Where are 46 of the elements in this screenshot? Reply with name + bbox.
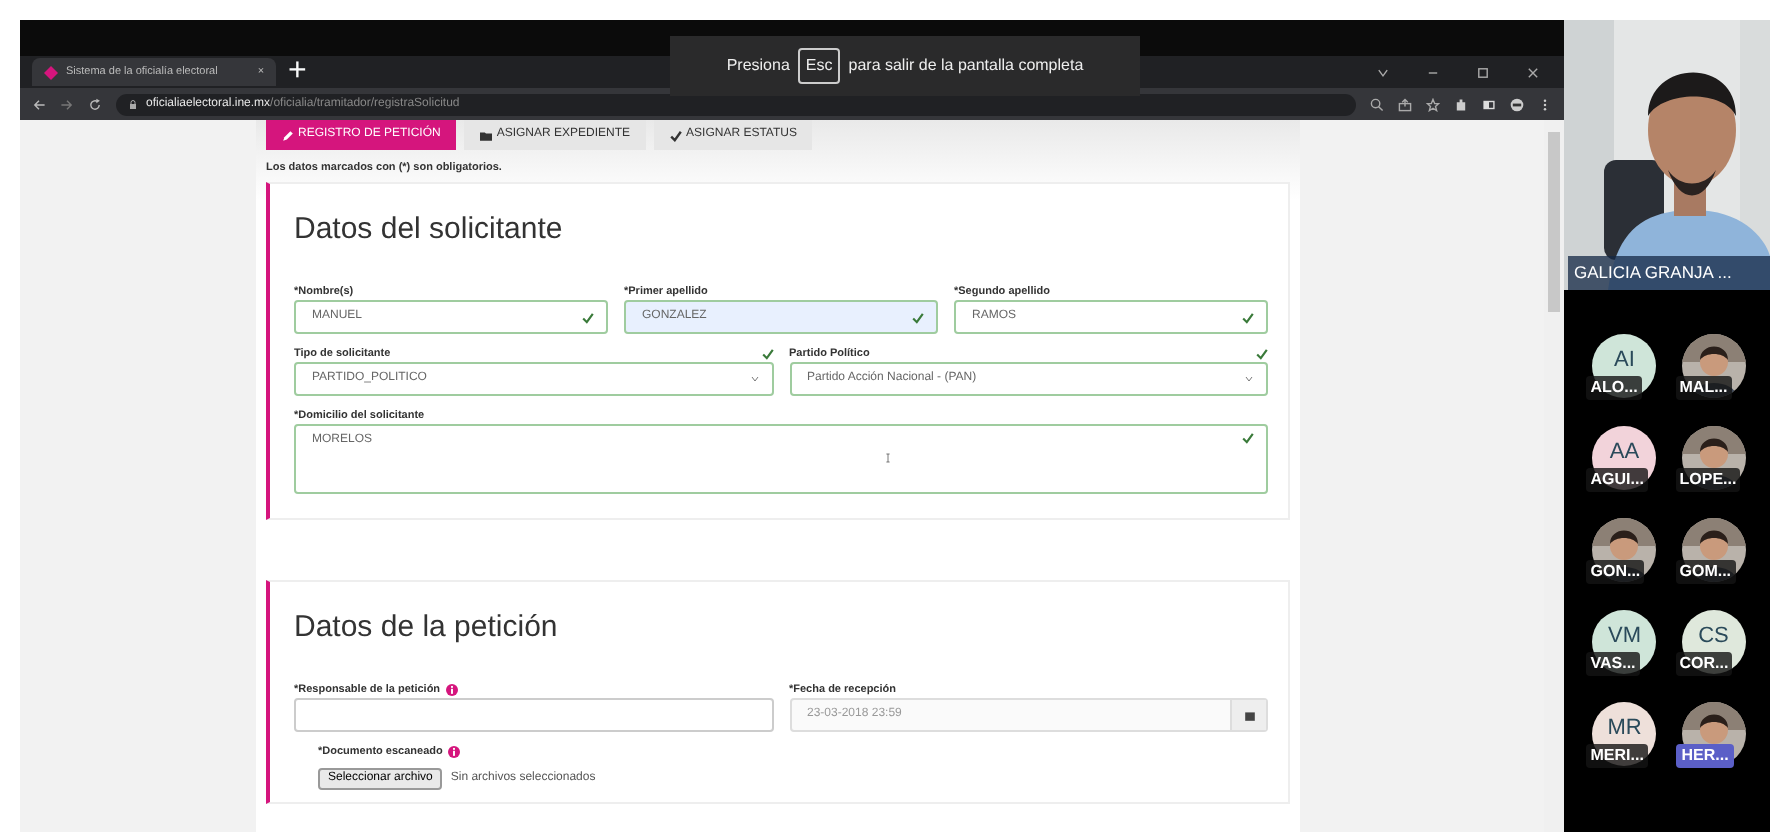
check-icon [670,129,683,141]
participant-name: VAS... [1586,652,1640,676]
sidebar-icon[interactable] [1482,97,1496,111]
text-cursor-icon [884,450,892,467]
key-label: Esc [797,48,841,84]
star-icon[interactable] [1426,97,1440,111]
close-icon[interactable] [1526,65,1540,79]
lock-icon [128,99,138,109]
section-title: Datos de la petición [294,610,560,647]
search-icon[interactable] [1370,97,1384,111]
back-icon[interactable] [32,97,46,111]
logo-icon [44,65,58,79]
participant-name: ALO... [1586,376,1642,400]
maximize-icon[interactable] [1476,65,1490,79]
check-icon [1242,311,1254,324]
participant-name: LOPE... [1675,468,1741,492]
participant-name: MERI... [1586,744,1648,768]
participant-name: COR... [1675,652,1733,676]
new-tab-button[interactable]: + [288,48,307,96]
chevron-down-icon [749,374,759,385]
puzzle-icon[interactable] [1454,97,1468,111]
check-icon [582,311,594,324]
pencil-icon [282,129,294,141]
participant-name: GALICIA GRANJA ... [1568,256,1770,290]
notice-text: Presiona [726,54,790,78]
share-icon[interactable] [1398,97,1412,111]
calendar-icon [1243,709,1255,722]
section-title: Datos del solicitante [294,212,565,249]
check-icon [912,311,924,324]
calendar-button[interactable] [1230,700,1266,731]
folder-icon [480,129,493,141]
forward-icon[interactable] [60,97,74,111]
notice-text: para salir de la pantalla completa [848,54,1084,78]
participant-name: GOM... [1675,560,1736,584]
participant-name: GON... [1586,560,1645,584]
participant-name: HER... [1675,744,1735,768]
check-icon [1242,432,1254,445]
participant-name: MAL... [1675,376,1732,400]
profile-icon[interactable] [1510,97,1524,111]
chevron-down-icon[interactable] [1376,65,1390,79]
scrollbar-thumb[interactable] [1548,132,1560,312]
participant-name: AGUI... [1586,468,1648,492]
chevron-down-icon [1244,374,1254,385]
reload-icon[interactable] [88,97,102,111]
text-field[interactable] [294,698,773,733]
more-icon[interactable] [1538,97,1552,111]
